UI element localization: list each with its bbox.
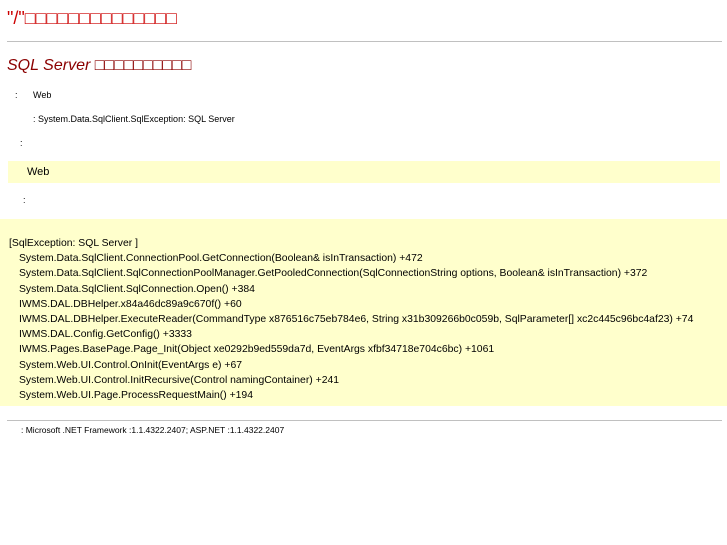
stack-trace-label: : — [23, 195, 26, 205]
error-title: SQL Server □□□□□□□□□□ — [7, 57, 192, 74]
stack-frame: System.Web.UI.Control.InitRecursive(Cont… — [19, 374, 340, 386]
stack-frame: IWMS.DAL.DBHelper.x84a46dc89a9c670f() +6… — [19, 298, 242, 310]
source-error-box — [8, 161, 720, 183]
stack-frame: IWMS.Pages.BasePage.Page_Init(Object xe0… — [19, 344, 495, 356]
stack-frame: IWMS.DAL.DBHelper.ExecuteReader(CommandT… — [19, 314, 694, 326]
footer-divider — [7, 420, 722, 421]
exception-detail: : System.Data.SqlClient.SqlException: SQ… — [33, 114, 235, 124]
stack-frame: System.Web.UI.Control.OnInit(EventArgs e… — [19, 359, 243, 371]
stack-frame: System.Web.UI.Page.ProcessRequestMain() … — [19, 390, 253, 402]
stack-frame: System.Data.SqlClient.SqlConnectionPoolM… — [19, 268, 648, 280]
stack-frame: IWMS.DAL.Config.GetConfig() +3333 — [19, 329, 192, 341]
stack-frame: System.Data.SqlClient.SqlConnection.Open… — [19, 283, 255, 295]
stack-trace: [SqlException: SQL Server ] System.Data.… — [9, 236, 693, 403]
source-error-text: Web — [27, 166, 50, 178]
description-value: Web — [33, 90, 52, 100]
title-divider — [7, 41, 722, 42]
stack-trace-header: [SqlException: SQL Server ] — [9, 238, 138, 249]
stack-frame: System.Data.SqlClient.ConnectionPool.Get… — [19, 253, 423, 265]
description-label: : — [15, 90, 18, 100]
source-error-label: : — [20, 138, 23, 148]
version-info: : Microsoft .NET Framework :1.1.4322.240… — [21, 425, 285, 435]
page-title: "/"□□□□□□□□□□□□□□ — [7, 8, 177, 28]
